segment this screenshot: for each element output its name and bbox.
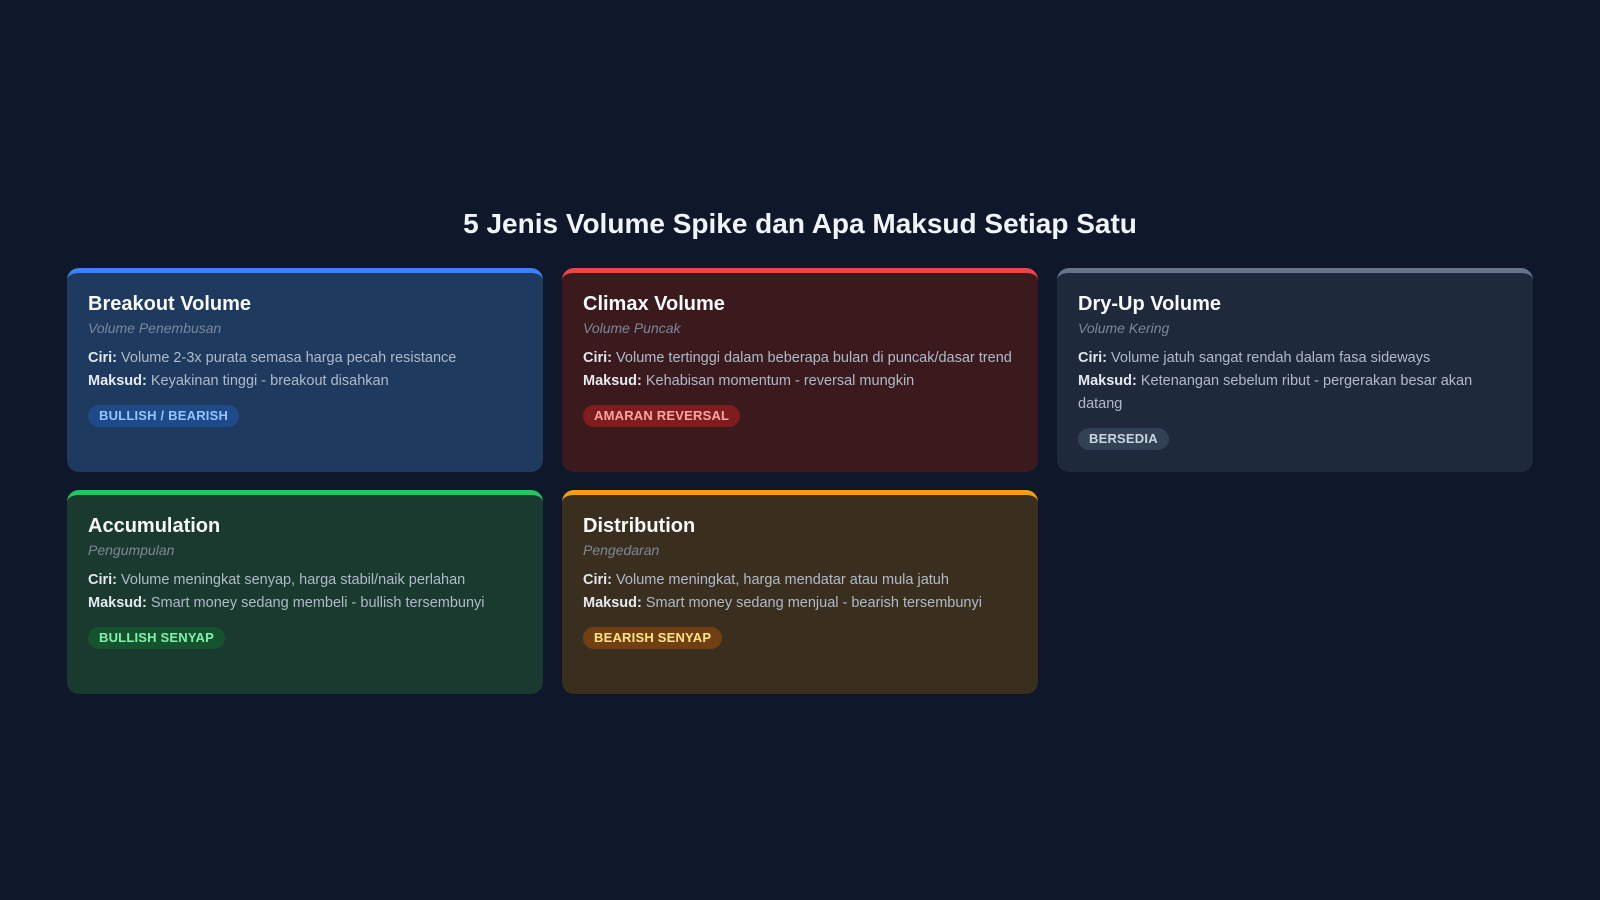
maksud-label: Maksud: [583, 373, 642, 389]
maksud-text: Smart money sedang menjual - bearish ter… [645, 595, 982, 611]
ciri-label: Ciri: [583, 572, 612, 588]
ciri-label: Ciri: [583, 350, 612, 366]
card-climax-volume: Climax Volume Volume Puncak Ciri: Volume… [562, 268, 1038, 472]
card-title: Climax Volume [583, 293, 725, 315]
card-dry-up-volume: Dry-Up Volume Volume Kering Ciri: Volume… [1057, 268, 1533, 472]
ciri-label: Ciri: [1078, 350, 1107, 366]
maksud-text: Keyakinan tinggi - breakout disahkan [150, 373, 389, 389]
card-title: Dry-Up Volume [1078, 293, 1221, 315]
ciri-line: Ciri: Volume 2-3x purata semasa harga pe… [88, 347, 522, 370]
card-subtitle: Volume Puncak [583, 320, 681, 336]
signal-badge: BEARISH SENYAP [583, 627, 723, 649]
signal-badge: BERSEDIA [1078, 428, 1169, 450]
ciri-text: Volume tertinggi dalam beberapa bulan di… [616, 350, 1012, 366]
maksud-line: Maksud: Kehabisan momentum - reversal mu… [583, 370, 1017, 393]
page-title: 5 Jenis Volume Spike dan Apa Maksud Seti… [463, 208, 1137, 239]
maksud-line: Maksud: Smart money sedang membeli - bul… [88, 592, 522, 615]
ciri-line: Ciri: Volume tertinggi dalam beberapa bu… [583, 347, 1017, 370]
ciri-text: Volume meningkat senyap, harga stabil/na… [121, 572, 466, 588]
maksud-text: Kehabisan momentum - reversal mungkin [645, 373, 915, 389]
maksud-text: Ketenangan sebelum ribut - pergerakan be… [1078, 373, 1473, 412]
maksud-label: Maksud: [1078, 373, 1137, 389]
card-subtitle: Pengedaran [583, 542, 660, 558]
ciri-label: Ciri: [88, 572, 117, 588]
maksud-line: Maksud: Smart money sedang menjual - bea… [583, 592, 1017, 615]
card-title: Breakout Volume [88, 293, 251, 315]
maksud-line: Maksud: Ketenangan sebelum ribut - perge… [1078, 370, 1512, 416]
signal-badge: AMARAN REVERSAL [583, 405, 741, 427]
ciri-text: Volume 2-3x purata semasa harga pecah re… [121, 350, 457, 366]
ciri-text: Volume meningkat, harga mendatar atau mu… [616, 572, 949, 588]
ciri-text: Volume jatuh sangat rendah dalam fasa si… [1111, 350, 1431, 366]
card-subtitle: Volume Kering [1078, 320, 1170, 336]
maksud-text: Smart money sedang membeli - bullish ter… [150, 595, 485, 611]
card-distribution: Distribution Pengedaran Ciri: Volume men… [562, 490, 1038, 694]
card-subtitle: Volume Penembusan [88, 320, 222, 336]
ciri-line: Ciri: Volume jatuh sangat rendah dalam f… [1078, 347, 1512, 370]
ciri-line: Ciri: Volume meningkat, harga mendatar a… [583, 569, 1017, 592]
card-accumulation: Accumulation Pengumpulan Ciri: Volume me… [67, 490, 543, 694]
ciri-label: Ciri: [88, 350, 117, 366]
signal-badge: BULLISH / BEARISH [88, 405, 240, 427]
signal-badge: BULLISH SENYAP [88, 627, 226, 649]
card-subtitle: Pengumpulan [88, 542, 175, 558]
maksud-line: Maksud: Keyakinan tinggi - breakout disa… [88, 370, 522, 393]
maksud-label: Maksud: [88, 595, 147, 611]
card-title: Accumulation [88, 515, 221, 537]
card-title: Distribution [583, 515, 696, 537]
ciri-line: Ciri: Volume meningkat senyap, harga sta… [88, 569, 522, 592]
volume-spike-grid: Breakout Volume Volume Penembusan Ciri: … [67, 268, 1533, 694]
maksud-label: Maksud: [88, 373, 147, 389]
maksud-label: Maksud: [583, 595, 642, 611]
card-breakout-volume: Breakout Volume Volume Penembusan Ciri: … [67, 268, 543, 472]
